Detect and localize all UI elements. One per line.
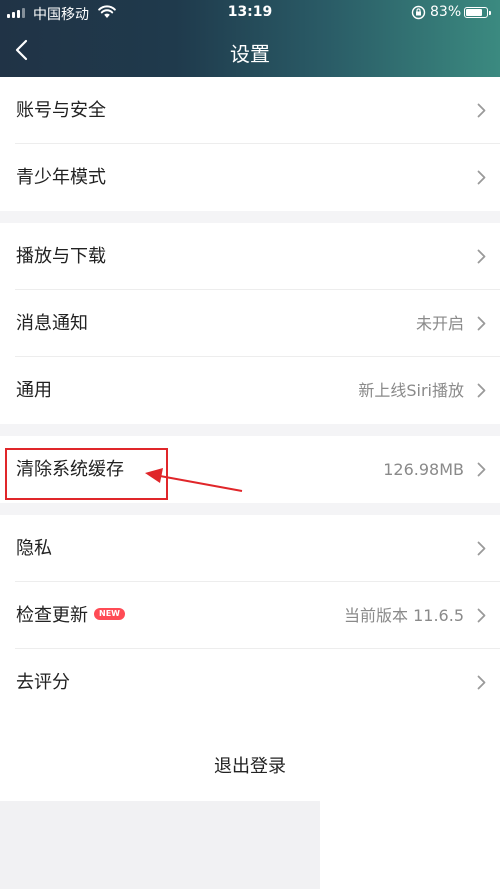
new-badge: NEW [94,608,125,620]
setting-label-text: 青少年模式 [16,167,106,188]
chevron-right-icon [477,608,486,623]
battery-icon [464,7,491,18]
setting-row-general[interactable]: 通用 新上线Siri播放 [0,357,500,424]
setting-label-text: 播放与下载 [16,246,106,267]
setting-label: 账号与安全 [16,77,106,144]
page-title: 设置 [230,42,270,66]
setting-label: 青少年模式 [16,144,106,211]
logout-button[interactable]: 退出登录 [0,752,500,778]
chevron-right-icon [477,462,486,477]
chevron-right-icon [477,675,486,690]
chevron-right-icon [477,541,486,556]
section-divider [0,211,500,223]
setting-row-playback-download[interactable]: 播放与下载 [0,223,500,290]
rotation-lock-icon [411,5,426,20]
chevron-right-icon [477,316,486,331]
chevron-right-icon [477,249,486,264]
setting-label-text: 通用 [16,380,52,401]
status-bar: 中国移动 13:19 83% [0,0,500,26]
setting-label-text: 检查更新 [16,605,88,626]
setting-row-teen-mode[interactable]: 青少年模式 [0,144,500,211]
header: 中国移动 13:19 83% 设置 [0,0,500,77]
setting-value: 126.98MB [383,460,464,479]
chevron-right-icon [477,170,486,185]
chevron-right-icon [477,383,486,398]
bottom-gray-area [0,801,320,889]
setting-row-rate-app[interactable]: 去评分 [0,649,500,716]
setting-row-privacy[interactable]: 隐私 [0,515,500,582]
setting-value: 新上线Siri播放 [358,381,464,400]
settings-list: 账号与安全 青少年模式 播放与下载 消息通知 未开启 通用 新上线Siri播放 清除系统缓存 1… [0,77,500,716]
bottom-white-area [320,801,500,889]
setting-row-check-update[interactable]: 检查更新 NEW 当前版本 11.6.5 [0,582,500,649]
section-divider [0,503,500,515]
setting-label: 隐私 [16,515,52,582]
section-divider [0,424,500,436]
setting-label-text: 账号与安全 [16,100,106,121]
setting-label: 检查更新 NEW [16,582,125,649]
setting-row-account-security[interactable]: 账号与安全 [0,77,500,144]
chevron-right-icon [477,103,486,118]
setting-value: 未开启 [415,314,464,333]
setting-value: 当前版本 11.6.5 [344,606,464,625]
setting-label-text: 去评分 [16,672,70,693]
highlight-box [5,448,168,500]
setting-label: 消息通知 [16,290,88,357]
setting-label-text: 隐私 [16,538,52,559]
setting-label: 通用 [16,357,52,424]
setting-label-text: 消息通知 [16,313,88,334]
setting-row-notifications[interactable]: 消息通知 未开启 [0,290,500,357]
battery-percent: 83% [430,4,462,20]
setting-label: 去评分 [16,649,70,716]
setting-label: 播放与下载 [16,223,106,290]
